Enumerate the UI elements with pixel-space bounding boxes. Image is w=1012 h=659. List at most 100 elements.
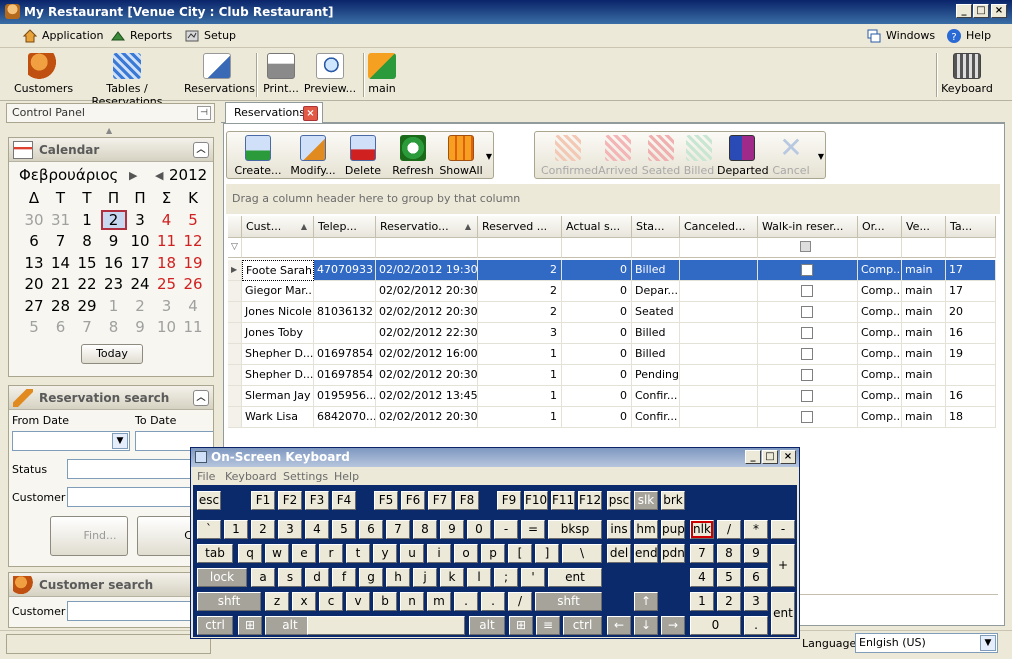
osk-menu-settings[interactable]: Settings — [283, 470, 328, 483]
table-cell[interactable]: Comp... — [858, 365, 902, 386]
table-row[interactable]: Wark Lisa 6842070... 02/02/2012 20:30 1 0 Con… — [228, 407, 998, 428]
osk-minimize-button[interactable]: _ — [745, 450, 761, 464]
table-cell[interactable]: 02/02/2012 20:30 — [376, 365, 478, 386]
filter-cell[interactable] — [562, 238, 632, 258]
table-cell[interactable]: main — [902, 260, 946, 281]
osk-key[interactable]: 9 — [744, 544, 768, 563]
osk-key[interactable]: ctrl — [563, 616, 602, 635]
osk-key[interactable]: d — [305, 568, 329, 587]
osk-key[interactable]: + — [771, 544, 795, 587]
osk-key[interactable]: pdn — [661, 544, 685, 563]
main-venue-button[interactable]: main — [368, 51, 396, 99]
table-cell[interactable]: 02/02/2012 20:30 — [376, 281, 478, 302]
calendar-day[interactable]: 5 — [21, 317, 47, 337]
column-header[interactable]: Cust... ▲ — [242, 216, 314, 238]
calendar-day[interactable]: 3 — [154, 296, 180, 316]
osk-key[interactable]: k — [440, 568, 464, 587]
column-header[interactable]: Reserved ... — [478, 216, 562, 238]
osk-key[interactable]: 7 — [690, 544, 714, 563]
osk-key[interactable]: F8 — [455, 491, 479, 510]
calendar-day[interactable]: 22 — [74, 274, 100, 294]
calendar-day[interactable]: 15 — [74, 253, 100, 273]
table-cell[interactable] — [680, 407, 758, 428]
column-header[interactable]: Ta... — [946, 216, 996, 238]
table-cell[interactable]: 02/02/2012 22:30 — [376, 323, 478, 344]
row-selector[interactable] — [228, 344, 242, 365]
current-row-indicator-icon[interactable]: ▶ — [228, 260, 242, 281]
minimize-button[interactable]: _ — [956, 4, 972, 18]
osk-key[interactable]: j — [413, 568, 437, 587]
osk-key[interactable]: slk — [634, 491, 658, 510]
table-cell[interactable]: main — [902, 344, 946, 365]
osk-key[interactable]: shft — [197, 592, 261, 611]
osk-key[interactable]: / — [717, 520, 741, 539]
table-cell[interactable]: Jones Toby — [242, 323, 314, 344]
column-header[interactable]: Actual s... — [562, 216, 632, 238]
table-cell[interactable]: 01697854 — [314, 344, 376, 365]
calendar-day[interactable]: 29 — [74, 296, 100, 316]
close-button[interactable]: × — [991, 4, 1007, 18]
table-cell[interactable]: Wark Lisa — [242, 407, 314, 428]
calendar-day[interactable]: 14 — [48, 253, 74, 273]
osk-key[interactable]: F9 — [497, 491, 521, 510]
osk-key[interactable]: end — [634, 544, 658, 563]
osk-key[interactable]: 8 — [717, 544, 741, 563]
osk-key[interactable]: e — [292, 544, 316, 563]
calendar-day[interactable]: 8 — [101, 317, 127, 337]
osk-key[interactable]: F1 — [251, 491, 275, 510]
table-cell[interactable]: 0 — [562, 281, 632, 302]
table-cell[interactable]: Comp... — [858, 281, 902, 302]
table-cell[interactable]: 02/02/2012 13:45 — [376, 386, 478, 407]
table-cell[interactable] — [680, 302, 758, 323]
osk-key[interactable]: h — [386, 568, 410, 587]
table-cell[interactable]: 1 — [478, 386, 562, 407]
table-cell[interactable]: Billed — [632, 260, 680, 281]
osk-key[interactable]: 2 — [717, 592, 741, 611]
table-cell[interactable]: Comp... — [858, 407, 902, 428]
table-cell[interactable] — [680, 386, 758, 407]
calendar-day[interactable]: 7 — [74, 317, 100, 337]
row-selector[interactable] — [228, 302, 242, 323]
calendar-day[interactable]: 25 — [154, 274, 180, 294]
osk-key[interactable]: p — [481, 544, 505, 563]
osk-key[interactable]: ] — [535, 544, 559, 563]
osk-key[interactable]: ` — [197, 520, 221, 539]
osk-key[interactable]: ← — [607, 616, 631, 635]
calendar-day[interactable]: 27 — [21, 296, 47, 316]
table-row[interactable]: Jones Nicole 81036132 02/02/2012 20:30 2 0 Se… — [228, 302, 998, 323]
calendar-day[interactable]: 4 — [154, 210, 180, 230]
calendar-day[interactable]: 2 — [100, 209, 127, 230]
table-cell[interactable] — [946, 365, 996, 386]
osk-key[interactable]: z — [265, 592, 289, 611]
maximize-button[interactable]: □ — [973, 4, 989, 18]
calendar-day[interactable]: 11 — [180, 317, 206, 337]
table-cell[interactable]: Billed — [632, 323, 680, 344]
osk-key[interactable]: ⊞ — [509, 616, 533, 635]
filter-cell[interactable] — [758, 238, 858, 258]
osk-menu-file[interactable]: File — [197, 470, 215, 483]
table-cell[interactable]: 18 — [946, 407, 996, 428]
osk-key[interactable]: 5 — [717, 568, 741, 587]
table-cell[interactable] — [758, 365, 858, 386]
osk-key[interactable]: hm — [634, 520, 658, 539]
osk-key[interactable]: pup — [661, 520, 685, 539]
table-cell[interactable]: 81036132 — [314, 302, 376, 323]
table-cell[interactable] — [758, 260, 858, 281]
osk-key[interactable]: l — [467, 568, 491, 587]
calendar-day[interactable]: 6 — [48, 317, 74, 337]
osk-key[interactable]: x — [292, 592, 316, 611]
table-cell[interactable]: 2 — [478, 260, 562, 281]
table-cell[interactable]: 17 — [946, 281, 996, 302]
reservations-button[interactable]: Reservations — [184, 51, 255, 99]
modify-button[interactable]: Modify... — [287, 134, 339, 178]
find-button[interactable]: Find... — [50, 516, 128, 556]
walk-in-checkbox[interactable] — [801, 327, 813, 339]
osk-key[interactable]: [ — [508, 544, 532, 563]
osk-close-button[interactable]: × — [780, 450, 796, 464]
table-cell[interactable]: Foote Sarah — [242, 260, 314, 281]
table-cell[interactable] — [314, 281, 376, 302]
column-header[interactable]: Reservatio... ▲ — [376, 216, 478, 238]
osk-key[interactable]: 6 — [744, 568, 768, 587]
calendar-day[interactable]: 10 — [154, 317, 180, 337]
calendar-day[interactable]: 10 — [127, 231, 153, 251]
